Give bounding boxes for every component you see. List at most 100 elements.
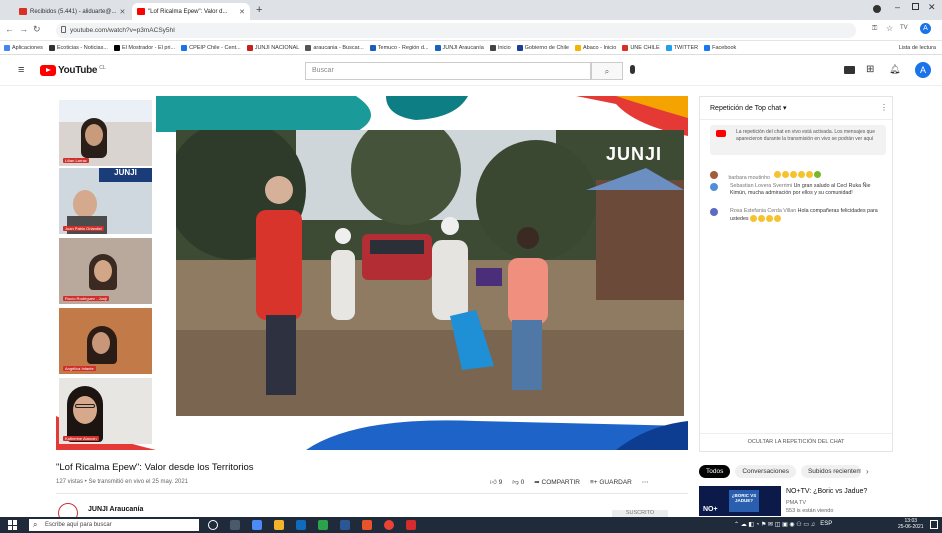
system-tray[interactable]: ⌃ ☁ ◧ ◔ ⚑ ✉ ◫ ▣ ◉ ⚇ ▭ ♫ ESP: [734, 521, 832, 528]
recommended-thumbnail[interactable]: ¿BORIC VS JADUE? NO+: [699, 486, 781, 516]
microphone-icon[interactable]: [630, 65, 635, 74]
dislike-button[interactable]: 👎︎ 0: [512, 478, 524, 486]
tab-youtube[interactable]: "Lof Ricalma Epew": Valor d... ✕: [132, 3, 250, 20]
acrobat-icon[interactable]: [406, 520, 416, 530]
powerpoint-icon[interactable]: [362, 520, 372, 530]
star-icon[interactable]: ☆: [886, 24, 893, 33]
apps-grid-icon[interactable]: ⊞: [866, 64, 874, 75]
chevron-down-icon: ▾: [783, 105, 787, 112]
recommended-views: 553 is están viendo: [786, 508, 834, 514]
chat-author: Sebastian Lovera Sverrimi: [730, 183, 793, 189]
bookmark-item[interactable]: UNE CHILE: [622, 44, 660, 51]
main-video-frame[interactable]: JUNJI: [176, 130, 684, 416]
channel-name[interactable]: JUNJI Araucanía: [88, 506, 143, 513]
chip-conversaciones[interactable]: Conversaciones: [735, 464, 796, 478]
chip-subidos-recientemente[interactable]: Subidos recientemente: [800, 464, 861, 478]
bookmark-label: JUNJI Araucanía: [442, 44, 484, 51]
clock[interactable]: 13:03 25-06-2021: [898, 518, 924, 530]
bookmark-item[interactable]: Temuco - Región d...: [369, 44, 429, 51]
country-code: CL: [99, 64, 106, 71]
teams-icon[interactable]: [252, 520, 262, 530]
new-tab-button[interactable]: +: [256, 4, 262, 16]
window-close-icon[interactable]: ✕: [928, 2, 936, 13]
windows-start-icon[interactable]: [8, 520, 18, 530]
reload-icon[interactable]: ↻: [33, 24, 41, 35]
more-options-icon[interactable]: ⋯: [642, 478, 649, 486]
create-video-icon[interactable]: [844, 66, 855, 74]
taskbar-search-input[interactable]: ⌕ Escribe aquí para buscar: [29, 519, 199, 531]
chat-header[interactable]: Repetición de Top chat ▾: [710, 104, 787, 112]
recommended-title[interactable]: NO+TV: ¿Boric vs Jadue?: [786, 488, 867, 495]
tab-gmail[interactable]: Recibidos (5.441) - aliduarte@... ✕: [14, 3, 130, 20]
bookmark-label: Temuco - Región d...: [377, 44, 429, 51]
divider: [700, 119, 892, 120]
extensions-icon[interactable]: TV: [900, 25, 908, 31]
cortana-icon[interactable]: [208, 520, 218, 530]
user-avatar: [710, 183, 718, 191]
profile-avatar[interactable]: A: [920, 23, 931, 34]
chip-todos[interactable]: Todos: [699, 464, 731, 478]
key-icon[interactable]: ⚿: [872, 25, 877, 33]
bookmark-item[interactable]: El Mostrador - El pri...: [113, 44, 175, 51]
youtube-header: ≡ YouTube CL Buscar ⌕ ⊞ 🔔︎ A: [0, 56, 942, 86]
notifications-bell-icon[interactable]: 🔔︎: [889, 64, 900, 75]
share-button[interactable]: ➦ COMPARTIR: [534, 478, 580, 486]
task-view-icon[interactable]: [230, 520, 240, 530]
notification-center-icon[interactable]: [930, 520, 938, 529]
bookmark-item[interactable]: TWITTER: [665, 44, 698, 51]
search-input[interactable]: Buscar: [305, 62, 591, 80]
profile-dot-icon[interactable]: [873, 5, 881, 13]
emoji-reactions: [774, 166, 822, 183]
user-avatar: [710, 170, 718, 179]
search-icon: ⌕: [33, 520, 38, 529]
close-icon[interactable]: ✕: [239, 8, 245, 16]
search-button[interactable]: ⌕: [591, 62, 623, 80]
bookmark-item[interactable]: Ecoticias - Noticias...: [48, 44, 108, 51]
chat-menu-icon[interactable]: ⋮: [880, 103, 888, 112]
bookmark-label: UNE CHILE: [630, 44, 660, 51]
bookmark-item[interactable]: Gobierno de Chile: [516, 44, 569, 51]
close-icon[interactable]: ✕: [119, 8, 125, 16]
bookmark-label: araucania - Buscar...: [313, 44, 364, 51]
word-icon[interactable]: [340, 520, 350, 530]
channel-avatar[interactable]: [58, 503, 78, 517]
participant-name: Juan Pablo Orlandini: [63, 226, 105, 231]
dislike-count: 0: [520, 479, 525, 486]
bookmark-item[interactable]: JUNJI NACIONAL: [246, 44, 299, 51]
like-button[interactable]: 👍︎ 9: [490, 478, 502, 486]
thumbs-up-icon: 👍︎: [490, 479, 497, 486]
hamburger-menu-icon[interactable]: ≡: [18, 64, 24, 76]
share-icon: ➦: [534, 479, 540, 486]
minimize-icon[interactable]: –: [895, 2, 900, 12]
file-explorer-icon[interactable]: [274, 520, 284, 530]
participant-name: Rocío Rodríguez - Junji: [63, 296, 109, 301]
chat-replay-notice: La repetición del chat en vivo está acti…: [710, 125, 886, 155]
divider: [700, 433, 892, 434]
hide-chat-replay-button[interactable]: OCULTAR LA REPETICIÓN DEL CHAT: [700, 439, 892, 445]
chevron-right-icon[interactable]: ›: [866, 467, 869, 476]
back-icon[interactable]: ←: [5, 24, 14, 34]
bookmark-item[interactable]: Aplicaciones: [4, 44, 43, 51]
subscribed-button[interactable]: SUSCRITO: [612, 510, 668, 517]
bookmark-item[interactable]: Abaco - Inicio: [574, 44, 616, 51]
youtube-logo-text: YouTube: [58, 65, 98, 76]
emoji-icon: [790, 171, 798, 179]
chrome-icon[interactable]: [384, 520, 394, 530]
reading-list[interactable]: Lista de lectura: [899, 45, 936, 51]
store-icon[interactable]: [296, 520, 306, 530]
forward-icon[interactable]: →: [19, 24, 28, 34]
bookmark-item[interactable]: CPEIP Chile - Cent...: [181, 44, 241, 51]
bookmark-item[interactable]: araucania - Buscar...: [305, 44, 364, 51]
excel-icon[interactable]: [318, 520, 328, 530]
bookmark-item[interactable]: JUNJI Araucanía: [434, 44, 484, 51]
bookmark-favicon-icon: [704, 44, 711, 51]
bookmark-item[interactable]: Inicio: [489, 44, 511, 51]
youtube-logo[interactable]: YouTube CL: [40, 65, 106, 76]
url-field[interactable]: youtube.com/watch?v=p3mACSy5hI: [56, 23, 856, 38]
participant-name: Katherine Alarcón: [63, 436, 99, 441]
account-avatar[interactable]: A: [915, 62, 931, 78]
save-button[interactable]: ≡+ GUARDAR: [590, 479, 632, 486]
bookmark-item[interactable]: Facebook: [704, 44, 736, 51]
maximize-icon[interactable]: [912, 3, 919, 10]
thumbs-down-icon: 👎︎: [512, 479, 519, 486]
